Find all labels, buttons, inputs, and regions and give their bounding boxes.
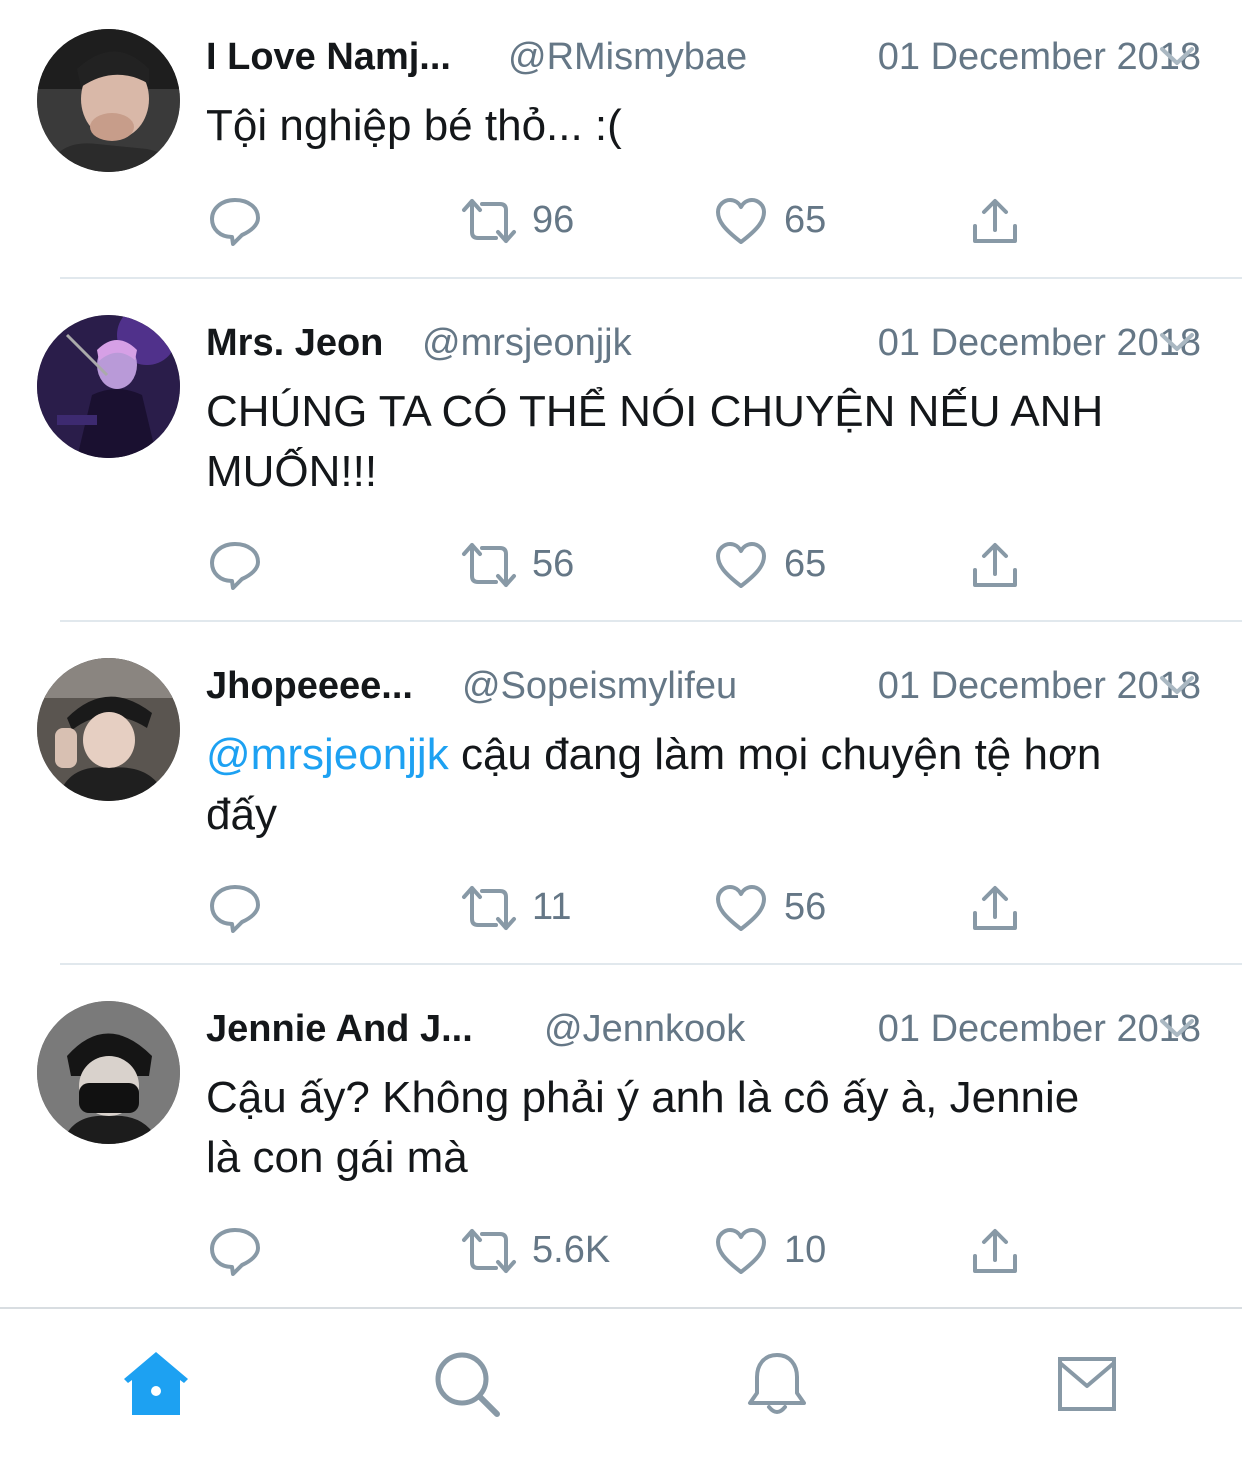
reply-icon	[210, 198, 260, 246]
timestamp: 01 December 2018	[877, 1008, 1201, 1050]
reply-button[interactable]	[208, 877, 268, 937]
tweet-text-segment: cậu đang làm mọi chuyện tệ hơn	[448, 730, 1102, 779]
retweet-button[interactable]: 96	[460, 190, 590, 250]
tab-bar	[0, 1307, 1242, 1458]
username[interactable]: @Sopeismylifeu	[462, 661, 737, 711]
chevron-down-icon[interactable]	[1157, 667, 1197, 703]
like-button[interactable]: 65	[714, 534, 844, 594]
tab-search[interactable]	[432, 1349, 502, 1419]
tweet-header: Mrs. Jeon @mrsjeonjjk 01 December 2018	[206, 318, 1201, 368]
home-icon	[124, 1352, 188, 1415]
chevron-down-icon[interactable]	[1157, 38, 1197, 74]
avatar[interactable]	[37, 29, 180, 172]
tweet[interactable]: Jennie And J... @Jennkook 01 December 20…	[0, 972, 1242, 1307]
tweet-divider	[60, 620, 1242, 622]
retweet-icon	[462, 1229, 516, 1273]
tweet-divider	[60, 963, 1242, 965]
tweet-text-line: đấy	[206, 790, 277, 839]
tab-notifications[interactable]	[742, 1349, 812, 1419]
retweet-count: 56	[532, 543, 575, 585]
tweet-text-line: CHÚNG TA CÓ THỂ NÓI CHUYỆN NẾU ANH	[206, 387, 1104, 436]
like-count: 65	[784, 543, 827, 585]
like-count: 65	[784, 199, 827, 241]
retweet-icon	[462, 886, 516, 930]
chevron-down-icon[interactable]	[1157, 1010, 1197, 1046]
tab-home[interactable]	[121, 1349, 191, 1419]
like-count: 10	[784, 1229, 827, 1271]
retweet-icon	[462, 543, 516, 587]
search-icon	[435, 1352, 500, 1417]
tweet-divider	[60, 277, 1242, 279]
username[interactable]: @RMismybae	[508, 32, 747, 82]
chevron-down-icon[interactable]	[1157, 324, 1197, 360]
heart-icon	[716, 885, 766, 931]
reply-icon	[210, 542, 260, 590]
display-name[interactable]: I Love Namj...	[206, 32, 451, 82]
reply-button[interactable]	[208, 1220, 268, 1280]
heart-icon	[716, 1228, 766, 1274]
tweet-text: Tội nghiệp bé thỏ... :(	[206, 96, 1206, 156]
timestamp: 01 December 2018	[877, 36, 1201, 78]
tweet-header: Jhopeeee... @Sopeismylifeu 01 December 2…	[206, 661, 1201, 711]
tweet[interactable]: Mrs. Jeon @mrsjeonjjk 01 December 2018 C…	[0, 286, 1242, 621]
tweet-header: Jennie And J... @Jennkook 01 December 20…	[206, 1004, 1201, 1054]
share-icon	[973, 199, 1017, 243]
avatar[interactable]	[37, 315, 180, 458]
tweet[interactable]: Jhopeeee... @Sopeismylifeu 01 December 2…	[0, 629, 1242, 964]
retweet-button[interactable]: 5.6K	[460, 1220, 620, 1280]
reply-button[interactable]	[208, 534, 268, 594]
avatar[interactable]	[37, 1001, 180, 1144]
display-name[interactable]: Jennie And J...	[206, 1004, 473, 1054]
share-icon	[973, 886, 1017, 930]
share-button[interactable]	[968, 534, 1022, 594]
tweet-actions: 5.6K 10	[0, 1220, 1242, 1280]
tweet-actions: 11 56	[0, 877, 1242, 937]
like-button[interactable]: 10	[714, 1220, 844, 1280]
like-button[interactable]: 56	[714, 877, 844, 937]
display-name[interactable]: Jhopeeee...	[206, 661, 413, 711]
tweet-text: Cậu ấy? Không phải ý anh là cô ấy à, Jen…	[206, 1068, 1206, 1188]
mention-link[interactable]: @mrsjeonjjk	[206, 730, 449, 779]
display-name[interactable]: Mrs. Jeon	[206, 318, 383, 368]
tweet-actions: 96 65	[0, 190, 1242, 250]
share-button[interactable]	[968, 190, 1022, 250]
reply-icon	[210, 1228, 260, 1276]
retweet-count: 96	[532, 199, 575, 241]
tweet-header: I Love Namj... @RMismybae 01 December 20…	[206, 32, 1201, 82]
retweet-count: 5.6K	[532, 1229, 611, 1271]
tweet-text-line: Tội nghiệp bé thỏ... :(	[206, 101, 622, 150]
like-button[interactable]: 65	[714, 190, 844, 250]
avatar[interactable]	[37, 658, 180, 801]
heart-icon	[716, 198, 766, 244]
share-icon	[973, 1229, 1017, 1273]
like-count: 56	[784, 886, 827, 928]
retweet-count: 11	[532, 886, 572, 928]
username[interactable]: @Jennkook	[544, 1004, 745, 1054]
tweet-text-line: Cậu ấy? Không phải ý anh là cô ấy à, Jen…	[206, 1073, 1080, 1122]
bell-icon	[748, 1353, 806, 1414]
tweet[interactable]: I Love Namj... @RMismybae 01 December 20…	[0, 0, 1242, 278]
tweet-text-line: là con gái mà	[206, 1133, 468, 1182]
reply-icon	[210, 885, 260, 933]
username[interactable]: @mrsjeonjjk	[422, 318, 632, 368]
heart-icon	[716, 542, 766, 588]
retweet-button[interactable]: 56	[460, 534, 590, 594]
retweet-icon	[462, 199, 516, 243]
tweet-text: @mrsjeonjjk cậu đang làm mọi chuyện tệ h…	[206, 725, 1206, 845]
timestamp: 01 December 2018	[877, 665, 1201, 707]
tweet-text-line: @mrsjeonjjk cậu đang làm mọi chuyện tệ h…	[206, 725, 1206, 785]
tweet-text-line: MUỐN!!!	[206, 447, 378, 496]
reply-button[interactable]	[208, 190, 268, 250]
share-icon	[973, 543, 1017, 587]
tweet-text: CHÚNG TA CÓ THỂ NÓI CHUYỆN NẾU ANH MUỐN!…	[206, 382, 1206, 502]
tweet-actions: 56 65	[0, 534, 1242, 594]
mail-icon	[1058, 1357, 1116, 1411]
timestamp: 01 December 2018	[877, 322, 1201, 364]
share-button[interactable]	[968, 877, 1022, 937]
retweet-button[interactable]: 11	[460, 877, 590, 937]
tab-messages[interactable]	[1052, 1349, 1122, 1419]
share-button[interactable]	[968, 1220, 1022, 1280]
